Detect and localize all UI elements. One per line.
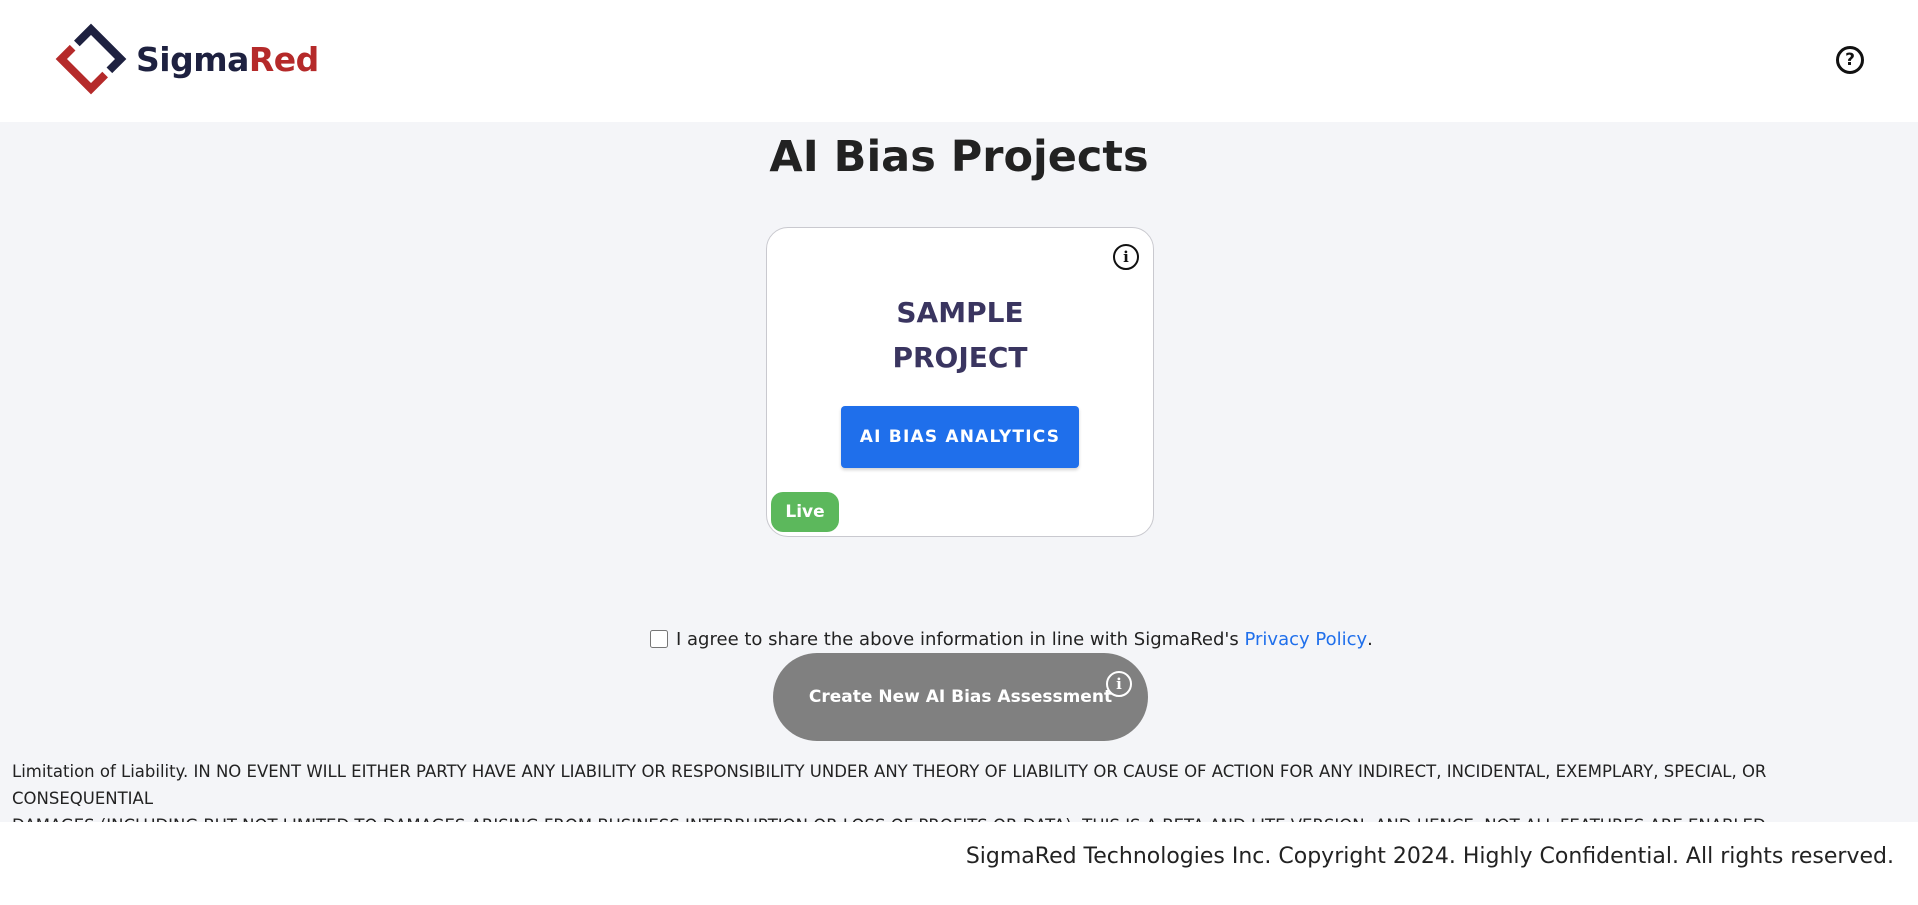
create-assessment-label: Create New AI Bias Assessment [808,687,1113,707]
main-content: AI Bias Projects i SAMPLE PROJECT AI BIA… [0,122,1918,835]
privacy-policy-link[interactable]: Privacy Policy [1244,629,1367,650]
project-card: i SAMPLE PROJECT AI BIAS ANALYTICS Live [766,227,1154,537]
copyright-text: SigmaRed Technologies Inc. Copyright 202… [965,844,1894,869]
project-title: SAMPLE PROJECT [892,296,1028,374]
info-icon[interactable]: i [1106,671,1132,697]
logo-wordmark: SigmaRed [136,39,319,79]
consent-suffix: . [1367,628,1373,650]
status-badge: Live [771,492,839,532]
ai-bias-analytics-button[interactable]: AI BIAS ANALYTICS [841,406,1079,468]
logo-mark-icon [55,23,127,95]
app-header: SigmaRed ? [0,0,1918,122]
consent-row: I agree to share the above information i… [650,622,1373,656]
help-circle-icon[interactable]: ? [1836,46,1864,74]
info-icon[interactable]: i [1113,244,1139,270]
page-title: AI Bias Projects [769,132,1149,182]
consent-checkbox[interactable] [650,630,668,648]
sigmared-logo[interactable]: SigmaRed [52,20,319,98]
app-footer: SigmaRed Technologies Inc. Copyright 202… [0,822,1918,905]
create-assessment-button[interactable]: Create New AI Bias Assessment i [773,653,1148,741]
consent-text: I agree to share the above information i… [676,628,1239,650]
